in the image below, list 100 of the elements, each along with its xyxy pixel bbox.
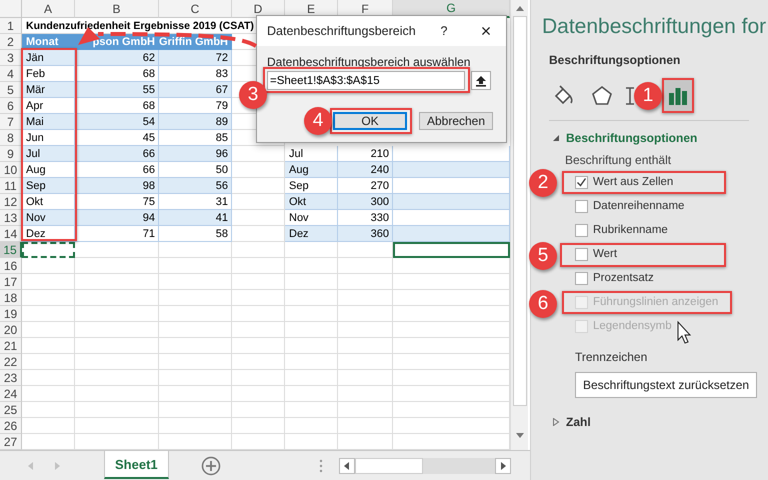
column-header[interactable]: D (232, 0, 285, 18)
row-header[interactable]: 16 (0, 258, 22, 274)
empty-cell[interactable] (338, 322, 393, 338)
empty-cell[interactable] (338, 274, 393, 290)
empty-cell[interactable] (159, 258, 232, 274)
empty-cell[interactable] (159, 290, 232, 306)
collapse-button[interactable] (471, 71, 491, 90)
empty-cell[interactable] (159, 274, 232, 290)
checkbox[interactable] (575, 200, 588, 212)
empty-cell[interactable] (338, 386, 393, 402)
row-header[interactable]: 26 (0, 418, 22, 434)
row-header[interactable]: 8 (0, 130, 22, 146)
table-cell[interactable]: Dez (285, 226, 338, 242)
empty-cell[interactable] (285, 354, 338, 370)
row-header[interactable]: 21 (0, 338, 22, 354)
row-header[interactable]: 3 (0, 50, 22, 66)
empty-cell[interactable] (159, 242, 232, 258)
table-cell[interactable]: 67 (159, 82, 232, 98)
empty-cell[interactable] (285, 418, 338, 434)
empty-cell[interactable] (338, 402, 393, 418)
checkbox[interactable] (575, 248, 588, 260)
table-cell[interactable]: 66 (75, 146, 159, 162)
table-cell[interactable]: Sep (22, 178, 75, 194)
range-input[interactable]: =Sheet1!$A$3:$A$15 (267, 71, 465, 90)
table-cell[interactable]: Aug (285, 162, 338, 178)
horizontal-scrollbar[interactable] (338, 458, 511, 474)
empty-cell[interactable] (159, 354, 232, 370)
checkbox-option[interactable]: Wert aus Zellen (575, 174, 674, 190)
empty-cell[interactable] (285, 370, 338, 386)
table-cell[interactable]: 62 (75, 50, 159, 66)
ok-button[interactable]: OK (333, 112, 407, 130)
empty-cell[interactable] (232, 402, 285, 418)
table-cell[interactable]: 98 (75, 178, 159, 194)
empty-cell[interactable] (232, 306, 285, 322)
empty-cell[interactable] (338, 338, 393, 354)
checkbox[interactable] (575, 224, 588, 236)
empty-cell[interactable] (232, 418, 285, 434)
empty-cell[interactable] (159, 418, 232, 434)
sheet-tab[interactable]: Sheet1 (104, 451, 169, 479)
empty-cell[interactable] (75, 258, 159, 274)
row-header[interactable]: 15 (0, 242, 22, 258)
cancel-button[interactable]: Abbrechen (419, 112, 493, 130)
row-header[interactable]: 22 (0, 354, 22, 370)
vertical-scrollbar[interactable] (510, 0, 528, 450)
empty-cell[interactable] (159, 322, 232, 338)
empty-cell[interactable] (159, 370, 232, 386)
select-all-corner[interactable] (0, 0, 22, 18)
empty-cell[interactable] (232, 258, 285, 274)
table-cell[interactable]: 360 (338, 226, 393, 242)
empty-cell[interactable] (75, 370, 159, 386)
empty-cell[interactable] (338, 258, 393, 274)
table-cell[interactable]: 240 (338, 162, 393, 178)
scroll-thumb[interactable] (354, 458, 423, 474)
row-header[interactable]: 25 (0, 402, 22, 418)
empty-cell[interactable] (232, 386, 285, 402)
row-header[interactable]: 27 (0, 434, 22, 450)
empty-cell[interactable] (338, 418, 393, 434)
empty-cell[interactable] (232, 242, 285, 258)
section-header[interactable]: Beschriftungsoptionen (552, 131, 698, 145)
column-header[interactable]: A (22, 0, 75, 18)
row-header[interactable]: 7 (0, 114, 22, 130)
empty-cell[interactable] (232, 354, 285, 370)
table-cell[interactable]: Jul (22, 146, 75, 162)
active-cell[interactable] (393, 242, 510, 258)
empty-cell[interactable] (75, 322, 159, 338)
empty-cell[interactable] (338, 242, 393, 258)
row-header[interactable]: 23 (0, 370, 22, 386)
row-header[interactable]: 9 (0, 146, 22, 162)
row-header[interactable]: 14 (0, 226, 22, 242)
table-cell[interactable]: 94 (75, 210, 159, 226)
empty-cell[interactable] (75, 354, 159, 370)
help-button[interactable]: ? (434, 24, 454, 38)
table-cell[interactable]: Okt (285, 194, 338, 210)
checkbox-option[interactable]: Datenreihenname (575, 198, 684, 214)
table-cell[interactable]: 58 (159, 226, 232, 242)
empty-cell[interactable] (75, 290, 159, 306)
empty-cell[interactable] (285, 306, 338, 322)
empty-cell[interactable] (75, 306, 159, 322)
row-header[interactable]: 12 (0, 194, 22, 210)
empty-cell[interactable] (338, 290, 393, 306)
empty-cell[interactable] (285, 322, 338, 338)
empty-cell[interactable] (159, 338, 232, 354)
section-header[interactable]: Zahl (552, 415, 591, 429)
table-cell[interactable]: 56 (159, 178, 232, 194)
empty-cell[interactable] (232, 370, 285, 386)
empty-cell[interactable] (232, 274, 285, 290)
table-cell[interactable]: 89 (159, 114, 232, 130)
empty-cell[interactable] (285, 338, 338, 354)
empty-cell[interactable] (159, 386, 232, 402)
empty-cell[interactable] (232, 290, 285, 306)
checkbox[interactable] (575, 272, 588, 284)
column-header[interactable]: C (159, 0, 232, 18)
table-cell[interactable]: Jän (22, 50, 75, 66)
empty-cell[interactable] (232, 322, 285, 338)
empty-cell[interactable] (75, 274, 159, 290)
table-cell[interactable]: 55 (75, 82, 159, 98)
table-cell[interactable]: Nov (22, 210, 75, 226)
empty-cell[interactable] (338, 354, 393, 370)
empty-cell[interactable] (338, 370, 393, 386)
empty-cell[interactable] (285, 402, 338, 418)
